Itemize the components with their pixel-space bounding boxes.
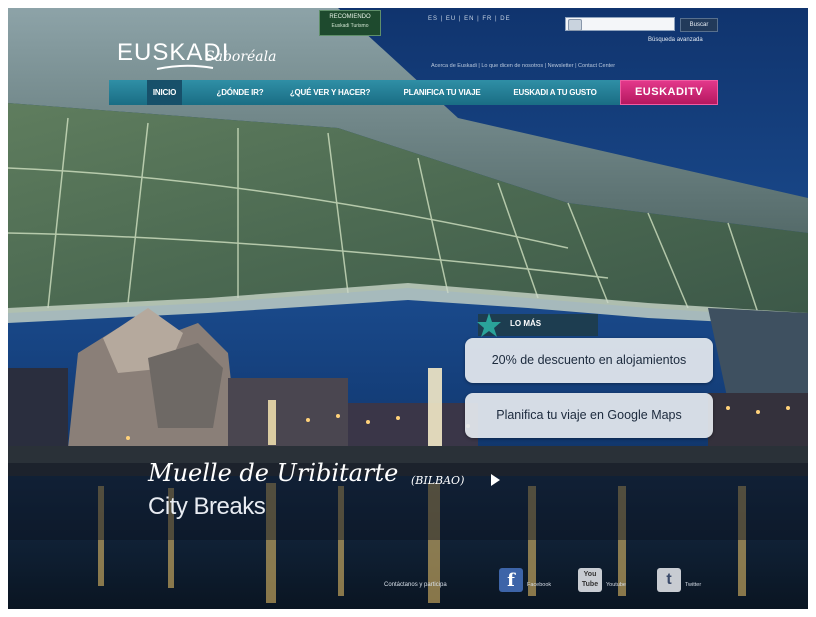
recommend-title: RECOMIENDO [329,14,371,20]
youtube-label[interactable]: Youtube [606,582,626,588]
nav-item-euskadi-tv[interactable]: EUSKADITV [620,80,718,105]
advanced-search-link[interactable]: Búsqueda avanzada [648,37,703,43]
page-frame: RECOMIENDO Euskadi Turismo ES | EU | EN … [8,8,808,609]
search-icon [568,19,582,31]
star-icon [477,313,501,337]
nav-item-inicio[interactable]: INICIO [147,80,182,105]
promo-google-maps-button[interactable]: Planifica tu viaje en Google Maps [465,393,713,438]
caption-bar [8,463,808,540]
main-navigation: INICIO ¿DÓNDE IR? ¿QUÉ VER Y HACER? PLAN… [109,80,660,105]
lo-mas-label: LO MÁS [510,319,542,328]
contact-text: Contáctanos y participa [384,582,447,588]
recommend-subtitle: Euskadi Turismo [331,23,369,29]
nav-item-que-ver-y-hacer[interactable]: ¿QUÉ VER Y HACER? [281,80,379,105]
twitter-icon[interactable]: t [657,568,681,592]
nav-item-planifica-tu-viaje[interactable]: PLANIFICA TU VIAJE [394,80,490,105]
recommend-widget[interactable]: RECOMIENDO Euskadi Turismo [319,10,381,36]
search-input[interactable] [565,17,675,31]
language-selector[interactable]: ES | EU | EN | FR | DE [428,16,511,22]
play-arrow-icon[interactable] [491,474,500,486]
utility-links[interactable]: Acerca de Euskadi | Lo que dicen de noso… [431,63,615,69]
facebook-icon[interactable]: f [499,568,523,592]
logo-tagline: Saboréala [205,49,277,65]
promo-discount-button[interactable]: 20% de descuento en alojamientos [465,338,713,383]
nav-item-donde-ir[interactable]: ¿DÓNDE IR? [210,80,270,105]
caption-place: (BILBAO) [411,474,465,487]
caption-subtitle: City Breaks [148,493,266,520]
youtube-icon[interactable]: You Tube [578,568,602,592]
facebook-label[interactable]: Facebook [527,582,551,588]
search-button[interactable]: Buscar [680,18,718,32]
nav-item-euskadi-a-tu-gusto[interactable]: EUSKADI A TU GUSTO [503,80,607,105]
caption-title[interactable]: Muelle de Uribitarte [148,459,398,487]
twitter-label[interactable]: Twitter [685,582,701,588]
lo-mas-header: LO MÁS [477,313,598,337]
